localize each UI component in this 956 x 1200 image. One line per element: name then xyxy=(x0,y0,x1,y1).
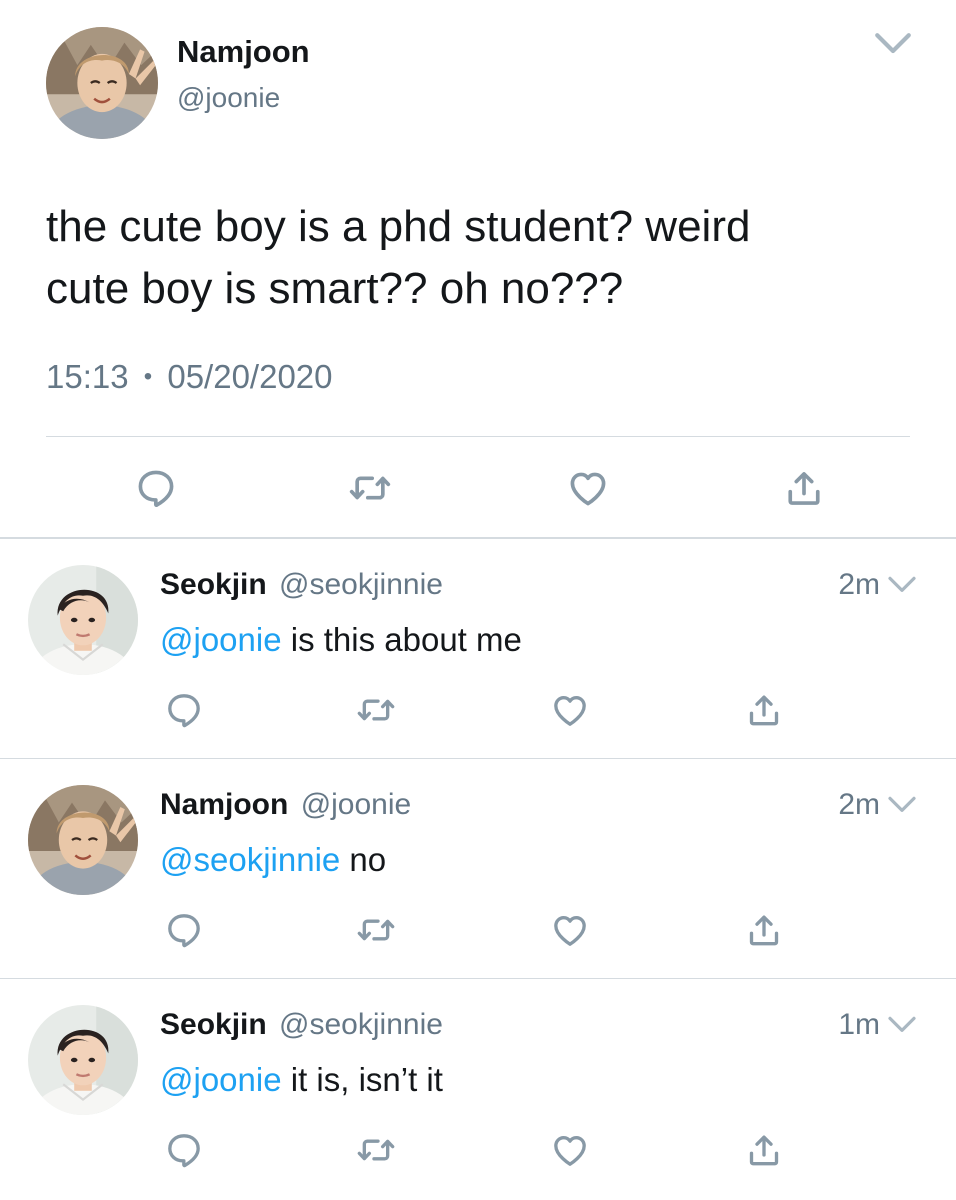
reply-time[interactable]: 1m xyxy=(838,1008,880,1042)
like-icon[interactable] xyxy=(548,690,592,730)
reply-author-name[interactable]: Seokjin xyxy=(160,568,267,601)
reply-text-content: no xyxy=(340,841,387,878)
share-icon[interactable] xyxy=(742,910,786,950)
retweet-icon[interactable] xyxy=(354,910,398,950)
reply-text: @joonie is this about me xyxy=(160,621,522,659)
retweet-icon[interactable] xyxy=(346,466,394,510)
reply-header: Seokjin @seokjinnie xyxy=(160,568,443,602)
reply-tweet[interactable]: Seokjin @seokjinnie 2m @joonie is this a… xyxy=(0,538,956,758)
reply-author-handle[interactable]: @joonie xyxy=(301,788,412,821)
reply-time[interactable]: 2m xyxy=(838,568,880,602)
author-name[interactable]: Namjoon xyxy=(177,34,310,70)
reply-tweet[interactable]: Seokjin @seokjinnie 1m @joonie it is, is… xyxy=(0,978,956,1198)
reply-author-name[interactable]: Seokjin xyxy=(160,1008,267,1041)
mention-link[interactable]: @seokjinnie xyxy=(160,841,340,878)
tweet-timestamp[interactable]: 15:13 • 05/20/2020 xyxy=(46,358,333,396)
retweet-icon[interactable] xyxy=(354,690,398,730)
chevron-down-icon[interactable] xyxy=(886,794,918,818)
reply-icon[interactable] xyxy=(162,690,206,730)
tweet-text: the cute boy is a phd student? weird cut… xyxy=(46,196,926,320)
reply-text-content: is this about me xyxy=(281,621,522,658)
avatar[interactable] xyxy=(28,565,138,675)
like-icon[interactable] xyxy=(564,466,612,510)
share-icon[interactable] xyxy=(780,466,828,510)
tweet-text-line: the cute boy is a phd student? weird xyxy=(46,202,751,251)
like-icon[interactable] xyxy=(548,910,592,950)
tweet-date: 05/20/2020 xyxy=(167,358,333,395)
mention-link[interactable]: @joonie xyxy=(160,621,282,658)
author-handle[interactable]: @joonie xyxy=(177,82,280,114)
chevron-down-icon[interactable] xyxy=(886,574,918,598)
reply-author-handle[interactable]: @seokjinnie xyxy=(279,568,443,601)
reply-icon[interactable] xyxy=(162,910,206,950)
chevron-down-icon[interactable] xyxy=(872,30,914,60)
reply-author-handle[interactable]: @seokjinnie xyxy=(279,1008,443,1041)
reply-text: @seokjinnie no xyxy=(160,841,386,879)
tweet-time: 15:13 xyxy=(46,358,129,395)
share-icon[interactable] xyxy=(742,1130,786,1170)
reply-icon[interactable] xyxy=(132,466,180,510)
divider xyxy=(46,436,910,437)
reply-author-name[interactable]: Namjoon xyxy=(160,788,288,821)
reply-time[interactable]: 2m xyxy=(838,788,880,822)
reply-text-content: it is, isn’t it xyxy=(281,1061,443,1098)
reply-header: Seokjin @seokjinnie xyxy=(160,1008,443,1042)
reply-tweet[interactable]: Namjoon @joonie 2m @seokjinnie no xyxy=(0,758,956,978)
meta-separator: • xyxy=(143,363,153,390)
like-icon[interactable] xyxy=(548,1130,592,1170)
reply-icon[interactable] xyxy=(162,1130,206,1170)
retweet-icon[interactable] xyxy=(354,1130,398,1170)
share-icon[interactable] xyxy=(742,690,786,730)
avatar[interactable] xyxy=(28,785,138,895)
avatar[interactable] xyxy=(28,1005,138,1115)
tweet-text-line: cute boy is smart?? oh no??? xyxy=(46,264,624,313)
chevron-down-icon[interactable] xyxy=(886,1014,918,1038)
reply-header: Namjoon @joonie xyxy=(160,788,411,822)
mention-link[interactable]: @joonie xyxy=(160,1061,282,1098)
author-avatar[interactable] xyxy=(46,27,158,139)
reply-text: @joonie it is, isn’t it xyxy=(160,1061,443,1099)
